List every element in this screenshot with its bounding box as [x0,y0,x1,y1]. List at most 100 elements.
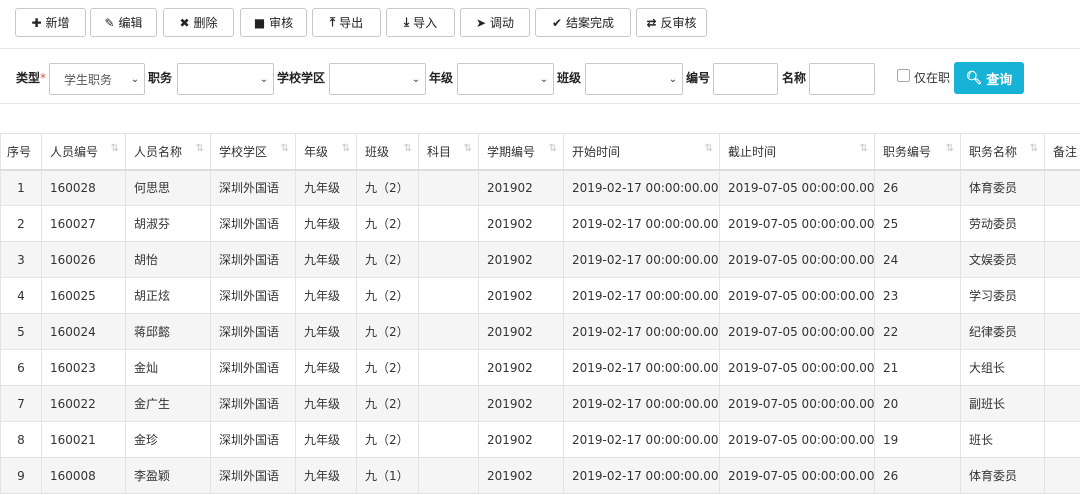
table-row[interactable]: 3 160026 胡怡 深圳外国语 九年级 九（2） 201902 2019-02-17 00… [0,241,1080,278]
header-col-district[interactable]: 学校学区 ⇅ [210,133,296,171]
name-label: 名称 [782,71,807,85]
approve-button-label: 审核 [269,16,294,30]
table-row[interactable]: 8 160021 金珍 深圳外国语 九年级 九（2） 201902 2019-02-17 00… [0,421,1080,458]
duty-label: 职务 [148,71,173,85]
sort-icon[interactable]: ⇅ [342,143,350,154]
approve-button[interactable]: ■ 审核 [240,8,307,37]
cell-person-code: 160022 [41,385,126,422]
code-input[interactable] [713,63,778,95]
header-col-remark[interactable]: 备注 [1044,133,1080,171]
delete-button[interactable]: ✖ 删除 [163,8,234,37]
cell-end-time: 2019-07-05 00:00:00.000 [719,421,875,458]
cell-term-code: 201902 [478,421,564,458]
cell-duty-code: 19 [874,421,961,458]
cell-end-time: 2019-07-05 00:00:00.000 [719,457,875,494]
table-row[interactable]: 1 160028 何思思 深圳外国语 九年级 九（2） 201902 2019-02-17 0… [0,169,1080,206]
table-row[interactable]: 5 160024 蒋邱懿 深圳外国语 九年级 九（2） 201902 2019-02-17 0… [0,313,1080,350]
swap-icon: ⇄ [646,15,657,30]
cell-duty-name: 劳动委员 [960,205,1045,242]
header-col-term-code[interactable]: 学期编号 ⇅ [478,133,564,171]
cell-term-code: 201902 [478,349,564,386]
header-col-subject[interactable]: 科目 ⇅ [418,133,479,171]
cell-duty-name: 纪律委员 [960,313,1045,350]
table-row[interactable]: 9 160008 李盈颖 深圳外国语 九年级 九（1） 201902 2019-02-17 0… [0,457,1080,494]
cell-term-code: 201902 [478,313,564,350]
cell-remark [1044,385,1080,422]
cell-subject [418,277,479,314]
header-label: 科目 [427,144,452,159]
cell-class: 九（2） [356,241,419,278]
sort-icon[interactable]: ⇅ [111,143,119,154]
sort-icon[interactable]: ⇅ [946,143,954,154]
header-col-class[interactable]: 班级 ⇅ [356,133,419,171]
edit-button[interactable]: ✎ 编辑 [90,8,157,37]
cell-index: 4 [0,277,42,314]
table-row[interactable]: 6 160023 金灿 深圳外国语 九年级 九（2） 201902 2019-02-17 00… [0,349,1080,386]
cell-duty-name: 体育委员 [960,169,1045,206]
cell-duty-code: 23 [874,277,961,314]
import-button[interactable]: ⤓ 导入 [386,8,455,37]
header-label: 学校学区 [219,144,268,159]
query-button[interactable]: 🔍︎ 查询 [954,62,1024,94]
add-button[interactable]: ✚ 新增 [15,8,86,37]
type-select[interactable]: 学生职务 ⌄ [49,63,145,95]
chevron-down-icon: ⌄ [539,73,549,85]
sort-icon[interactable]: ⇅ [196,143,204,154]
duty-select[interactable]: ⌄ [177,63,274,95]
cell-start-time: 2019-02-17 00:00:00.000 [563,421,720,458]
cell-end-time: 2019-07-05 00:00:00.000 [719,313,875,350]
cell-start-time: 2019-02-17 00:00:00.000 [563,349,720,386]
cell-class: 九（2） [356,313,419,350]
table-row[interactable]: 4 160025 胡正炫 深圳外国语 九年级 九（2） 201902 2019-02-17 0… [0,277,1080,314]
cell-district: 深圳外国语 [210,313,296,350]
cell-remark [1044,205,1080,242]
cell-class: 九（2） [356,421,419,458]
export-button[interactable]: ⤒ 导出 [312,8,381,37]
cell-district: 深圳外国语 [210,349,296,386]
sort-icon[interactable]: ⇅ [281,143,289,154]
cell-class: 九（2） [356,169,419,206]
sort-icon[interactable]: ⇅ [1030,143,1038,154]
cell-duty-code: 25 [874,205,961,242]
cell-grade: 九年级 [295,241,357,278]
cell-class: 九（2） [356,277,419,314]
table-row[interactable]: 7 160022 金广生 深圳外国语 九年级 九（2） 201902 2019-02-17 0… [0,385,1080,422]
export-button-label: 导出 [339,16,364,30]
cell-person-name: 蒋邱懿 [125,313,211,350]
cell-subject [418,349,479,386]
class-select[interactable]: ⌄ [585,63,683,95]
unapprove-button[interactable]: ⇄ 反审核 [636,8,707,37]
district-select[interactable]: ⌄ [329,63,426,95]
sort-icon[interactable]: ⇅ [860,143,868,154]
header-col-grade[interactable]: 年级 ⇅ [295,133,357,171]
header-col-person-name[interactable]: 人员名称 ⇅ [125,133,211,171]
table-row[interactable]: 2 160027 胡淑芬 深圳外国语 九年级 九（2） 201902 2019-02-17 0… [0,205,1080,242]
cell-person-name: 金灿 [125,349,211,386]
sort-icon[interactable]: ⇅ [404,143,412,154]
cell-grade: 九年级 [295,313,357,350]
transfer-button-label: 调动 [490,16,515,30]
header-label: 开始时间 [572,144,621,159]
cell-term-code: 201902 [478,277,564,314]
header-col-duty-code[interactable]: 职务编号 ⇅ [874,133,961,171]
type-label: 类型* [16,71,47,85]
transfer-button[interactable]: ➤ 调动 [460,8,530,37]
close-case-button[interactable]: ✔ 结案完成 [535,8,631,37]
sort-icon[interactable]: ⇅ [705,143,713,154]
cell-remark [1044,313,1080,350]
cell-grade: 九年级 [295,349,357,386]
only-active-checkbox[interactable] [897,69,910,82]
header-col-duty-name[interactable]: 职务名称 ⇅ [960,133,1045,171]
header-col-end-time[interactable]: 截止时间 ⇅ [719,133,875,171]
cell-district: 深圳外国语 [210,457,296,494]
sort-icon[interactable]: ⇅ [549,143,557,154]
cell-person-code: 160021 [41,421,126,458]
header-col-person-code[interactable]: 人员编号 ⇅ [41,133,126,171]
cell-grade: 九年级 [295,457,357,494]
header-label: 年级 [304,144,329,159]
header-col-start-time[interactable]: 开始时间 ⇅ [563,133,720,171]
sort-icon[interactable]: ⇅ [464,143,472,154]
grade-select[interactable]: ⌄ [457,63,554,95]
name-input[interactable] [809,63,875,95]
header-col-index[interactable]: 序号 [0,133,42,171]
